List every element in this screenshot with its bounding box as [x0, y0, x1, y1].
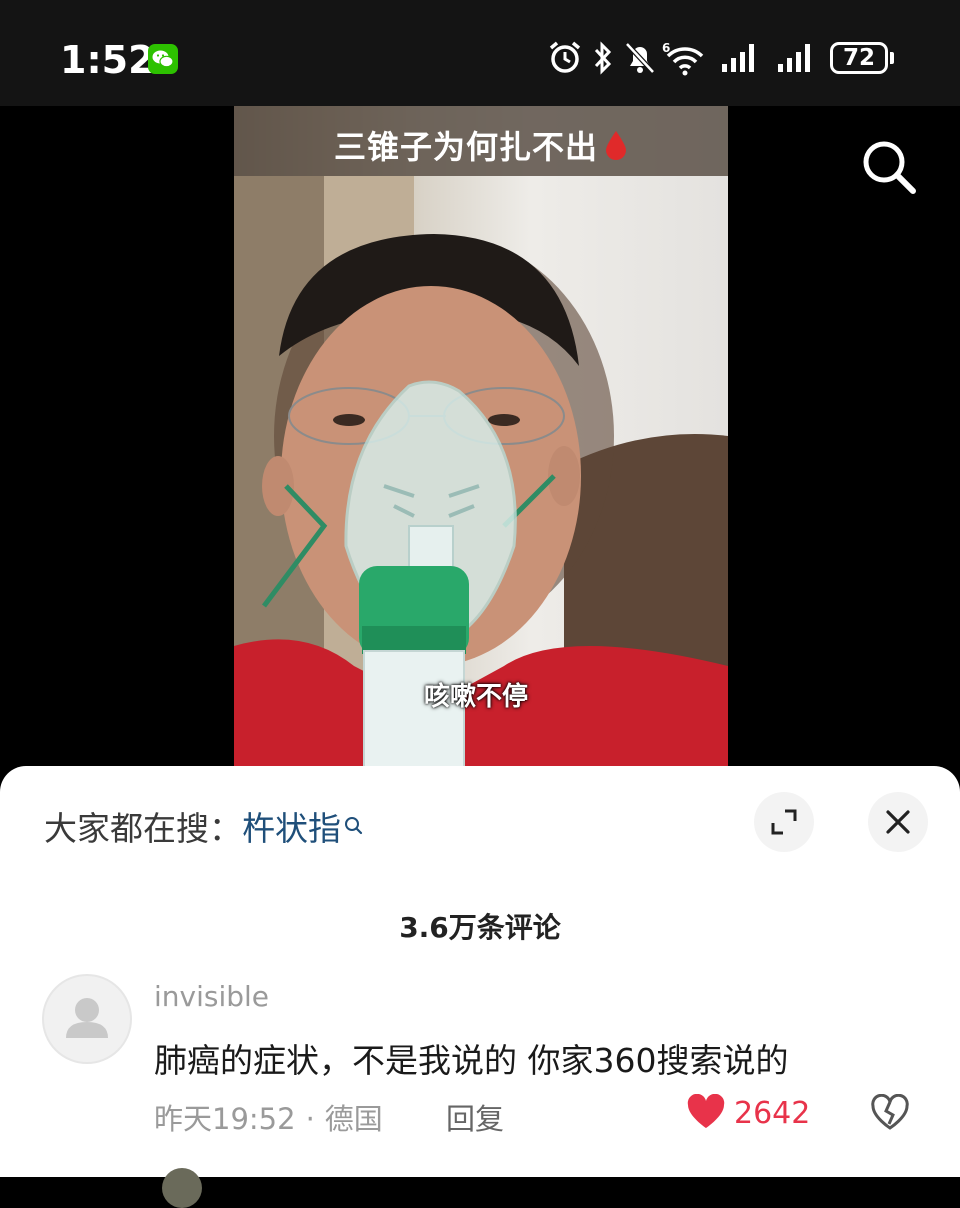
dislike-button[interactable]	[870, 1093, 910, 1136]
wechat-icon	[148, 44, 178, 74]
reply-button[interactable]: 回复	[446, 1096, 504, 1138]
default-avatar-icon	[66, 998, 108, 1038]
search-icon	[343, 806, 363, 845]
video-player[interactable]: 三锥子为何扎不出 咳嗽不停	[0, 106, 960, 786]
like-count: 2642	[734, 1096, 811, 1131]
comment-meta: 昨天19:52 · 德国	[154, 1096, 383, 1138]
comment-count: 3.6万条评论	[399, 911, 561, 944]
next-comment-avatar[interactable]	[162, 1168, 202, 1208]
status-bar: 1:52 6 72	[0, 0, 960, 106]
status-time: 1:52	[60, 38, 155, 82]
comment-panel: 大家都在搜：杵状指 3.6万条评论 invisible 肺癌的症状，不是我说的 …	[0, 766, 960, 1208]
comment-text[interactable]: 肺癌的症状，不是我说的 你家360搜索说的	[154, 1034, 788, 1082]
battery-icon: 72	[830, 42, 888, 74]
battery-level: 72	[842, 45, 875, 71]
signal-icon	[722, 44, 754, 72]
close-button[interactable]	[868, 792, 928, 852]
mute-icon	[625, 42, 655, 74]
video-title-text: 三锥子为何扎不出	[333, 128, 598, 166]
battery-tip	[890, 52, 894, 64]
alarm-icon	[549, 41, 581, 73]
search-button[interactable]	[858, 136, 920, 198]
blood-drop-icon	[604, 129, 628, 169]
wifi-icon: 6	[662, 41, 704, 76]
comment-location: 德国	[324, 1102, 383, 1136]
meta-separator: ·	[305, 1102, 315, 1136]
signal-icon	[778, 44, 810, 72]
video-title: 三锥子为何扎不出	[234, 122, 728, 169]
video-caption: 咳嗽不停	[424, 682, 529, 712]
comment-username[interactable]: invisible	[154, 980, 269, 1013]
hot-search[interactable]: 大家都在搜：杵状指	[44, 802, 363, 850]
expand-button[interactable]	[754, 792, 814, 852]
close-icon	[886, 810, 910, 834]
comment-time: 昨天19:52	[154, 1102, 296, 1136]
heart-icon	[687, 1094, 725, 1128]
video-frame[interactable]: 三锥子为何扎不出 咳嗽不停	[234, 106, 728, 786]
expand-icon	[771, 809, 797, 835]
search-icon	[863, 141, 916, 194]
broken-heart-icon	[871, 1093, 909, 1130]
hot-search-label: 大家都在搜：	[44, 809, 242, 848]
avatar[interactable]	[42, 974, 132, 1064]
hot-search-term[interactable]: 杵状指	[242, 809, 341, 848]
bluetooth-icon	[594, 41, 612, 75]
